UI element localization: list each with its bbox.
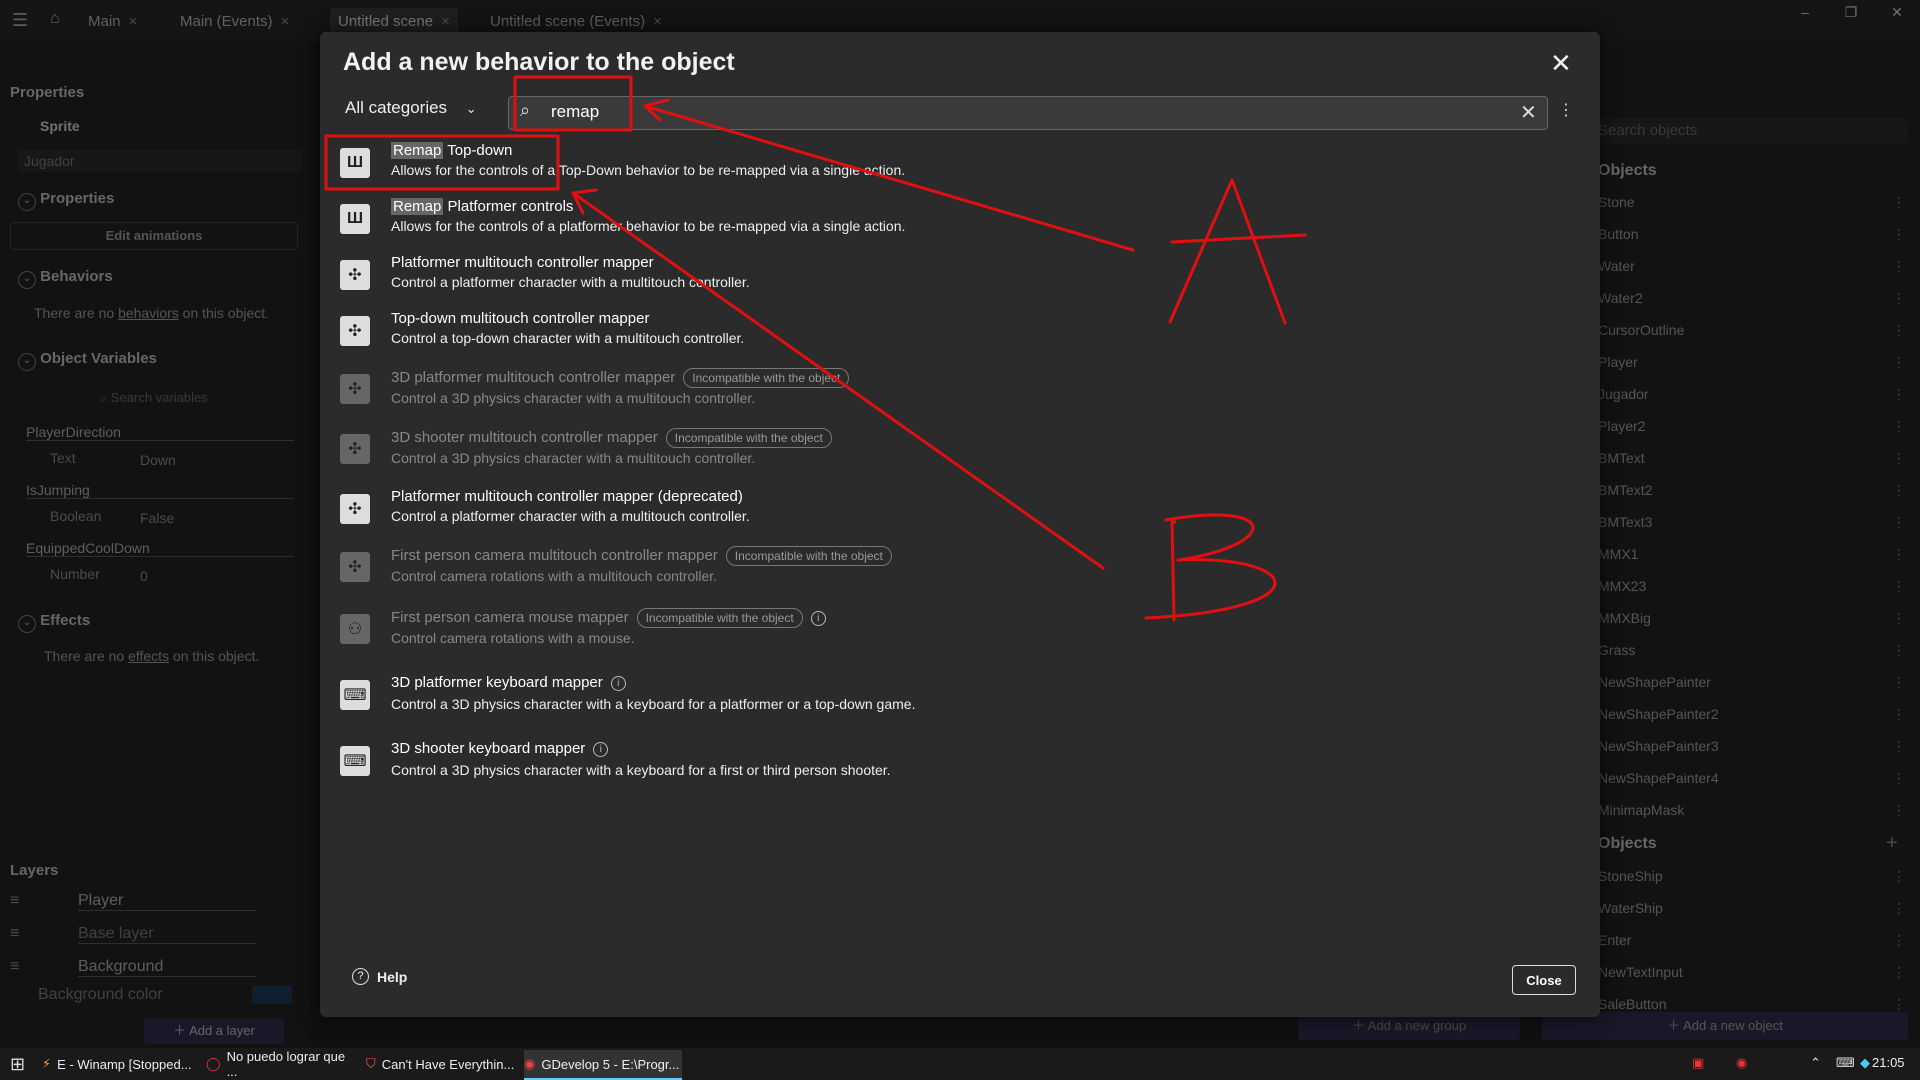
dialog-title: Add a new behavior to the object — [343, 48, 735, 76]
behavior-description: Control camera rotations with a multitou… — [391, 568, 718, 584]
close-icon[interactable]: ✕ — [1550, 48, 1572, 79]
clear-search-icon[interactable]: ✕ — [1520, 100, 1537, 125]
behavior-title-text: 3D shooter multitouch controller mapper — [391, 429, 658, 446]
tray-app-icon[interactable]: ◉ — [1736, 1055, 1747, 1071]
brave-icon: ⛉ — [366, 1056, 376, 1071]
joystick-icon-glyph: ✣ — [348, 267, 362, 284]
behavior-description: Control a 3D physics character with a ke… — [391, 762, 891, 778]
behavior-description: Control a platformer character with a mu… — [391, 508, 750, 524]
behavior-title-text: Platformer multitouch controller mapper … — [391, 488, 743, 505]
keyboard-icon: ⌨ — [340, 746, 370, 776]
clock[interactable]: 21:05 — [1872, 1055, 1905, 1070]
behavior-title-text: 3D shooter keyboard mapper — [391, 740, 586, 757]
category-select[interactable]: All categories ⌄ — [345, 98, 491, 126]
search-value[interactable]: remap — [551, 102, 599, 122]
windows-start-icon[interactable]: ⊞ — [10, 1054, 25, 1075]
remap-icon-glyph: Ш — [346, 154, 364, 171]
remap-icon: Ш — [340, 204, 370, 234]
behavior-description: Control a 3D physics character with a mu… — [391, 450, 756, 466]
behavior-description: Control a platformer character with a mu… — [391, 274, 750, 290]
behavior-title: Platformer multitouch controller mapper — [391, 254, 654, 271]
behavior-title: Top-down multitouch controller mapper — [391, 310, 649, 327]
incompatible-badge: Incompatible with the object — [636, 608, 803, 628]
help-icon: ? — [352, 968, 369, 985]
behavior-title: Platformer multitouch controller mapper … — [391, 488, 743, 505]
behavior-title: 3D platformer keyboard mapper i — [391, 674, 626, 691]
taskbar-item[interactable]: ⛉ Can't Have Everythin... — [366, 1050, 516, 1078]
winamp-icon: ⚡ — [42, 1056, 52, 1071]
behavior-title: Remap Platformer controls — [391, 198, 573, 215]
info-icon[interactable]: i — [593, 741, 609, 757]
joystick-icon: ✣ — [340, 494, 370, 524]
tray-chevron-icon[interactable]: ⌃ — [1810, 1055, 1821, 1071]
behavior-description: Control a top-down character with a mult… — [391, 330, 745, 346]
info-icon[interactable]: i — [610, 675, 626, 691]
behavior-description: Allows for the controls of a platformer … — [391, 218, 906, 234]
tray-app-icon[interactable]: ▣ — [1692, 1055, 1704, 1071]
info-icon[interactable]: i — [810, 610, 826, 626]
taskbar-label: No puedo lograr que ... — [226, 1049, 346, 1079]
behavior-title: 3D shooter keyboard mapper i — [391, 740, 609, 757]
behavior-description: Control a 3D physics character with a ke… — [391, 696, 916, 712]
joystick-icon: ✣ — [340, 552, 370, 582]
joystick-icon: ✣ — [340, 260, 370, 290]
behavior-title-text: First person camera multitouch controlle… — [391, 547, 718, 564]
search-match-highlight: Remap — [391, 142, 444, 159]
search-match-highlight: Remap — [391, 198, 444, 215]
incompatible-badge: Incompatible with the object — [725, 546, 892, 566]
behavior-title: 3D shooter multitouch controller mapper I… — [391, 428, 832, 448]
help-button[interactable]: ? Help — [352, 968, 407, 985]
gamepad-icon[interactable]: ⌨ — [1836, 1055, 1855, 1071]
joystick-icon-glyph: ✣ — [348, 559, 362, 576]
taskbar-label: Can't Have Everythin... — [381, 1056, 515, 1072]
joystick-icon: ✣ — [340, 316, 370, 346]
more-options-icon[interactable]: ⋮ — [1558, 100, 1574, 120]
behavior-title-text: Platformer multitouch controller mapper — [391, 254, 654, 271]
keyboard-icon-glyph: ⌨ — [343, 687, 367, 704]
remap-icon-glyph: Ш — [346, 210, 364, 227]
behavior-title: Remap Top-down — [391, 142, 512, 159]
gdevelop-icon: ◉ — [524, 1056, 536, 1071]
close-button[interactable]: Close — [1512, 965, 1576, 995]
taskbar-item[interactable]: ◉ GDevelop 5 - E:\Progr... — [524, 1050, 682, 1080]
tray-app-icon[interactable]: ◆ — [1860, 1055, 1870, 1071]
add-behavior-dialog — [320, 32, 1600, 1017]
joystick-icon-glyph: ✣ — [348, 381, 362, 398]
keyboard-icon-glyph: ⌨ — [343, 753, 367, 770]
category-label: All categories — [345, 98, 448, 117]
incompatible-badge: Incompatible with the object — [683, 368, 850, 388]
behavior-title-text: Platformer controls — [443, 198, 574, 215]
taskbar-item[interactable]: ⚡ E - Winamp [Stopped... — [42, 1050, 194, 1078]
behavior-title: First person camera multitouch controlle… — [391, 546, 892, 566]
behavior-title-text: First person camera mouse mapper — [391, 609, 629, 626]
behavior-description: Allows for the controls of a Top-Down be… — [391, 162, 906, 178]
keyboard-icon: ⌨ — [340, 680, 370, 710]
behavior-title-text: Top-down — [443, 142, 513, 159]
taskbar-label: GDevelop 5 - E:\Progr... — [541, 1056, 680, 1072]
remap-icon: Ш — [340, 148, 370, 178]
taskbar-item[interactable]: ◯ No puedo lograr que ... — [206, 1049, 354, 1079]
help-label: Help — [377, 968, 408, 985]
behavior-title-text: 3D platformer multitouch controller mapp… — [391, 369, 676, 386]
taskbar-label: E - Winamp [Stopped... — [57, 1056, 192, 1072]
search-icon: ⌕ — [520, 100, 531, 120]
behavior-description: Control camera rotations with a mouse. — [391, 630, 635, 646]
mouse-icon-glyph: ⚇ — [347, 621, 363, 638]
behavior-title: First person camera mouse mapper Incompat… — [391, 608, 826, 628]
incompatible-badge: Incompatible with the object — [665, 428, 832, 448]
search-input[interactable] — [508, 96, 1548, 130]
joystick-icon-glyph: ✣ — [348, 501, 362, 518]
chevron-down-icon: ⌄ — [465, 101, 477, 116]
joystick-icon: ✣ — [340, 434, 370, 464]
opera-icon: ◯ — [206, 1056, 221, 1071]
mouse-icon: ⚇ — [340, 614, 370, 644]
behavior-title-text: Top-down multitouch controller mapper — [391, 310, 650, 327]
behavior-title-text: 3D platformer keyboard mapper — [391, 674, 603, 691]
joystick-icon-glyph: ✣ — [348, 441, 362, 458]
behavior-description: Control a 3D physics character with a mu… — [391, 390, 756, 406]
joystick-icon-glyph: ✣ — [348, 323, 362, 340]
joystick-icon: ✣ — [340, 374, 370, 404]
behavior-title: 3D platformer multitouch controller mapp… — [391, 368, 850, 388]
